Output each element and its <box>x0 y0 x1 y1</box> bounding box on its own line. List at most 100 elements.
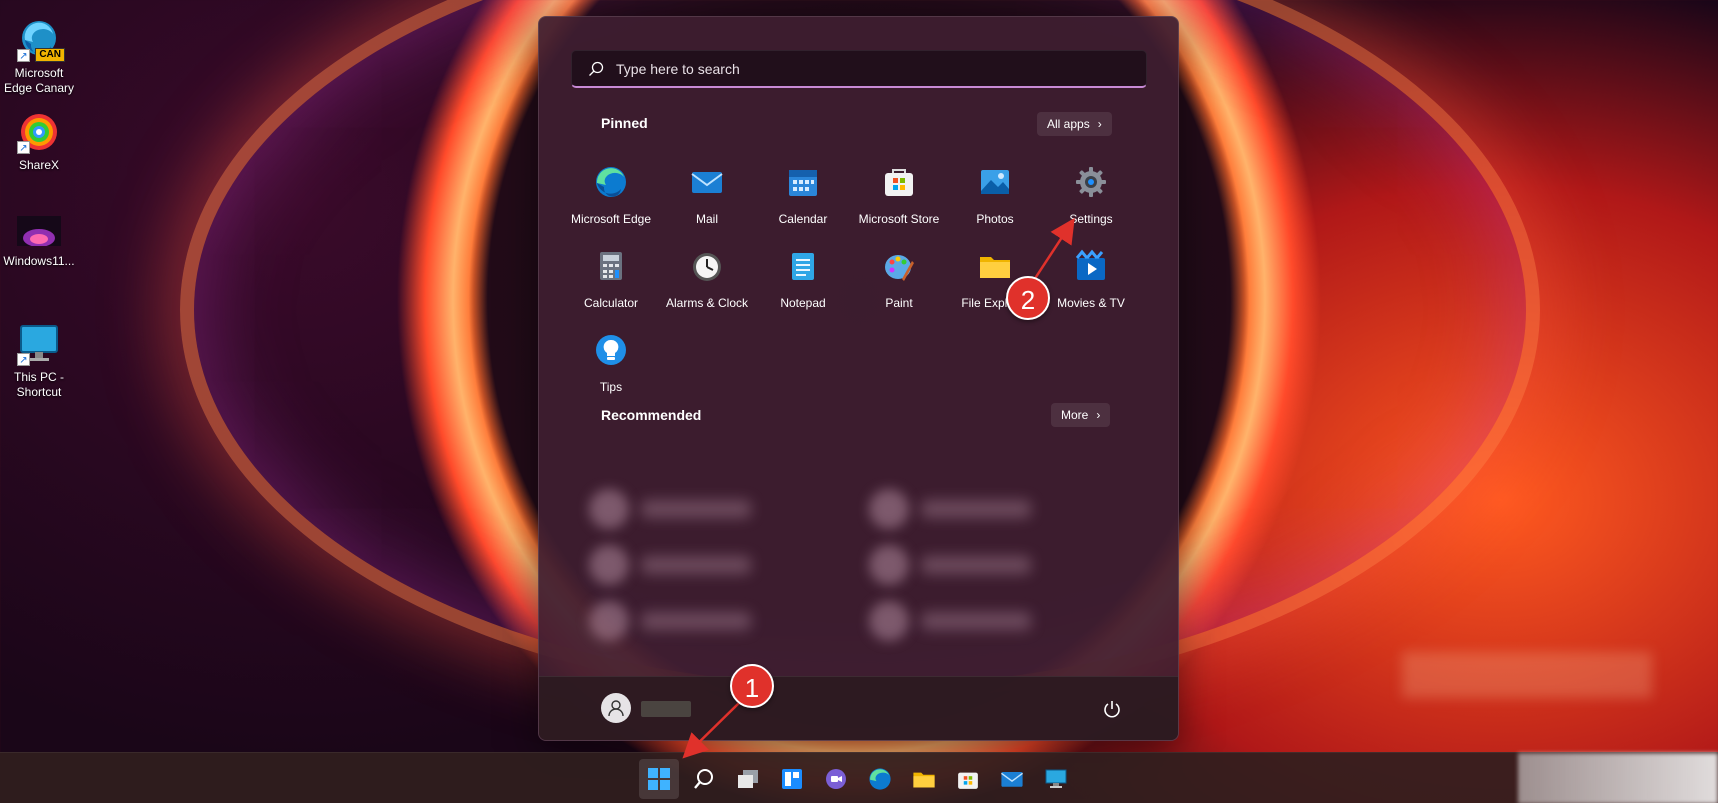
more-label: More <box>1061 408 1089 422</box>
start-button[interactable] <box>639 759 679 799</box>
photos-icon <box>981 170 1009 194</box>
step-1-callout: 1 <box>730 664 774 708</box>
start-search-box[interactable] <box>571 50 1147 88</box>
power-icon[interactable] <box>1102 699 1122 719</box>
shortcut-arrow-icon: ↗ <box>17 49 30 62</box>
recommended-item[interactable] <box>869 537 1059 593</box>
more-button[interactable]: More › <box>1051 403 1111 427</box>
app-label: Tips <box>599 380 623 394</box>
taskbar-file-explorer-button[interactable] <box>904 759 944 799</box>
app-label: Movies & TV <box>1057 296 1125 310</box>
recommended-item[interactable] <box>589 537 779 593</box>
app-label: Alarms & Clock <box>665 296 748 310</box>
pinned-app-notepad[interactable]: Notepad <box>755 249 851 329</box>
search-input[interactable] <box>616 60 1116 77</box>
app-label: Mail <box>695 212 718 226</box>
desktop-icon-windows11-image[interactable]: Windows11... <box>0 212 78 269</box>
desktop-icon-label: Microsoft Edge Canary <box>3 66 75 95</box>
search-icon <box>694 769 713 789</box>
app-label: Microsoft Store <box>858 212 940 226</box>
taskbar <box>0 752 1718 803</box>
task-view-button[interactable] <box>728 759 768 799</box>
app-label: Settings <box>1069 212 1113 226</box>
all-apps-label: All apps <box>1047 117 1090 131</box>
calendar-icon <box>789 170 817 196</box>
task-view-icon <box>738 770 758 788</box>
pinned-app-mail[interactable]: Mail <box>659 165 755 245</box>
tips-icon <box>596 335 626 365</box>
search-icon <box>589 61 604 76</box>
calculator-icon <box>600 252 622 280</box>
mail-icon <box>1000 771 1024 787</box>
notepad-icon <box>792 253 814 280</box>
store-icon <box>958 772 978 789</box>
user-icon <box>608 700 624 717</box>
pinned-app-edge[interactable]: Microsoft Edge <box>563 165 659 245</box>
sharex-icon: ↗ <box>17 110 61 154</box>
recommended-title: Recommended <box>601 407 702 423</box>
taskbar-store-button[interactable] <box>948 759 988 799</box>
app-label: Notepad <box>780 296 826 310</box>
app-label: Paint <box>885 296 913 310</box>
recommended-item[interactable] <box>589 593 779 649</box>
pinned-app-paint[interactable]: Paint <box>851 249 947 329</box>
widgets-button[interactable] <box>772 759 812 799</box>
app-label: Microsoft Edge <box>570 212 652 226</box>
taskbar-search-button[interactable] <box>684 759 724 799</box>
desktop-icon-label: ShareX <box>18 158 60 172</box>
pinned-app-photos[interactable]: Photos <box>947 165 1043 245</box>
recommended-column <box>869 481 1059 653</box>
app-label: Photos <box>976 212 1014 226</box>
paint-icon <box>885 255 914 281</box>
shortcut-arrow-icon: ↗ <box>17 353 30 366</box>
gear-icon <box>1076 167 1106 197</box>
recommended-item[interactable] <box>869 593 1059 649</box>
step-2-callout: 2 <box>1006 276 1050 320</box>
user-avatar[interactable] <box>601 693 631 723</box>
chevron-right-icon: › <box>1097 117 1102 131</box>
chevron-right-icon: › <box>1096 408 1101 422</box>
desktop-icon-label: Windows11... <box>3 254 75 268</box>
edge-canary-icon: ↗ CAN <box>17 18 65 62</box>
pinned-app-movies-tv[interactable]: Movies & TV <box>1043 249 1139 329</box>
start-menu: Pinned All apps › Microsoft Edge Mail <box>538 16 1179 741</box>
recommended-item[interactable] <box>589 481 779 537</box>
taskbar-remote-desktop-button[interactable] <box>1036 759 1076 799</box>
folder-icon <box>980 257 1010 278</box>
taskbar-mail-button[interactable] <box>992 759 1032 799</box>
pinned-app-tips[interactable]: Tips <box>563 333 659 413</box>
pinned-app-calendar[interactable]: Calendar <box>755 165 851 245</box>
user-name-redacted[interactable] <box>641 701 691 717</box>
edge-icon <box>869 768 891 790</box>
desktop-icon-edge-canary[interactable]: ↗ CAN Microsoft Edge Canary <box>0 18 78 96</box>
teams-chat-button[interactable] <box>816 759 856 799</box>
windows-start-icon <box>648 768 670 790</box>
remote-desktop-icon <box>1045 769 1067 788</box>
desktop-icon-this-pc[interactable]: ↗ This PC - Shortcut <box>0 322 78 400</box>
shortcut-arrow-icon: ↗ <box>17 141 30 154</box>
edge-icon <box>596 167 626 197</box>
store-icon <box>885 169 913 196</box>
file-explorer-icon <box>913 772 935 788</box>
start-footer <box>539 676 1178 740</box>
recommended-item[interactable] <box>869 481 1059 537</box>
recommended-column <box>589 481 779 653</box>
app-label: Calculator <box>583 296 639 310</box>
system-tray-redacted[interactable] <box>1518 753 1718 803</box>
mail-icon <box>691 172 723 193</box>
movies-icon <box>1075 249 1105 280</box>
widgets-icon <box>782 769 802 789</box>
pinned-title: Pinned <box>601 115 648 131</box>
desktop-icon-sharex[interactable]: ↗ ShareX <box>0 110 78 173</box>
pinned-app-calculator[interactable]: Calculator <box>563 249 659 329</box>
pinned-app-store[interactable]: Microsoft Store <box>851 165 947 245</box>
pinned-app-settings[interactable]: Settings <box>1043 165 1139 245</box>
app-label: Calendar <box>778 212 828 226</box>
teams-chat-icon <box>826 769 846 789</box>
clock-icon <box>693 253 721 281</box>
pinned-app-alarms-clock[interactable]: Alarms & Clock <box>659 249 755 329</box>
recommended-list <box>589 481 1059 653</box>
monitor-icon: ↗ <box>17 322 61 366</box>
taskbar-edge-button[interactable] <box>860 759 900 799</box>
all-apps-button[interactable]: All apps › <box>1037 112 1112 136</box>
